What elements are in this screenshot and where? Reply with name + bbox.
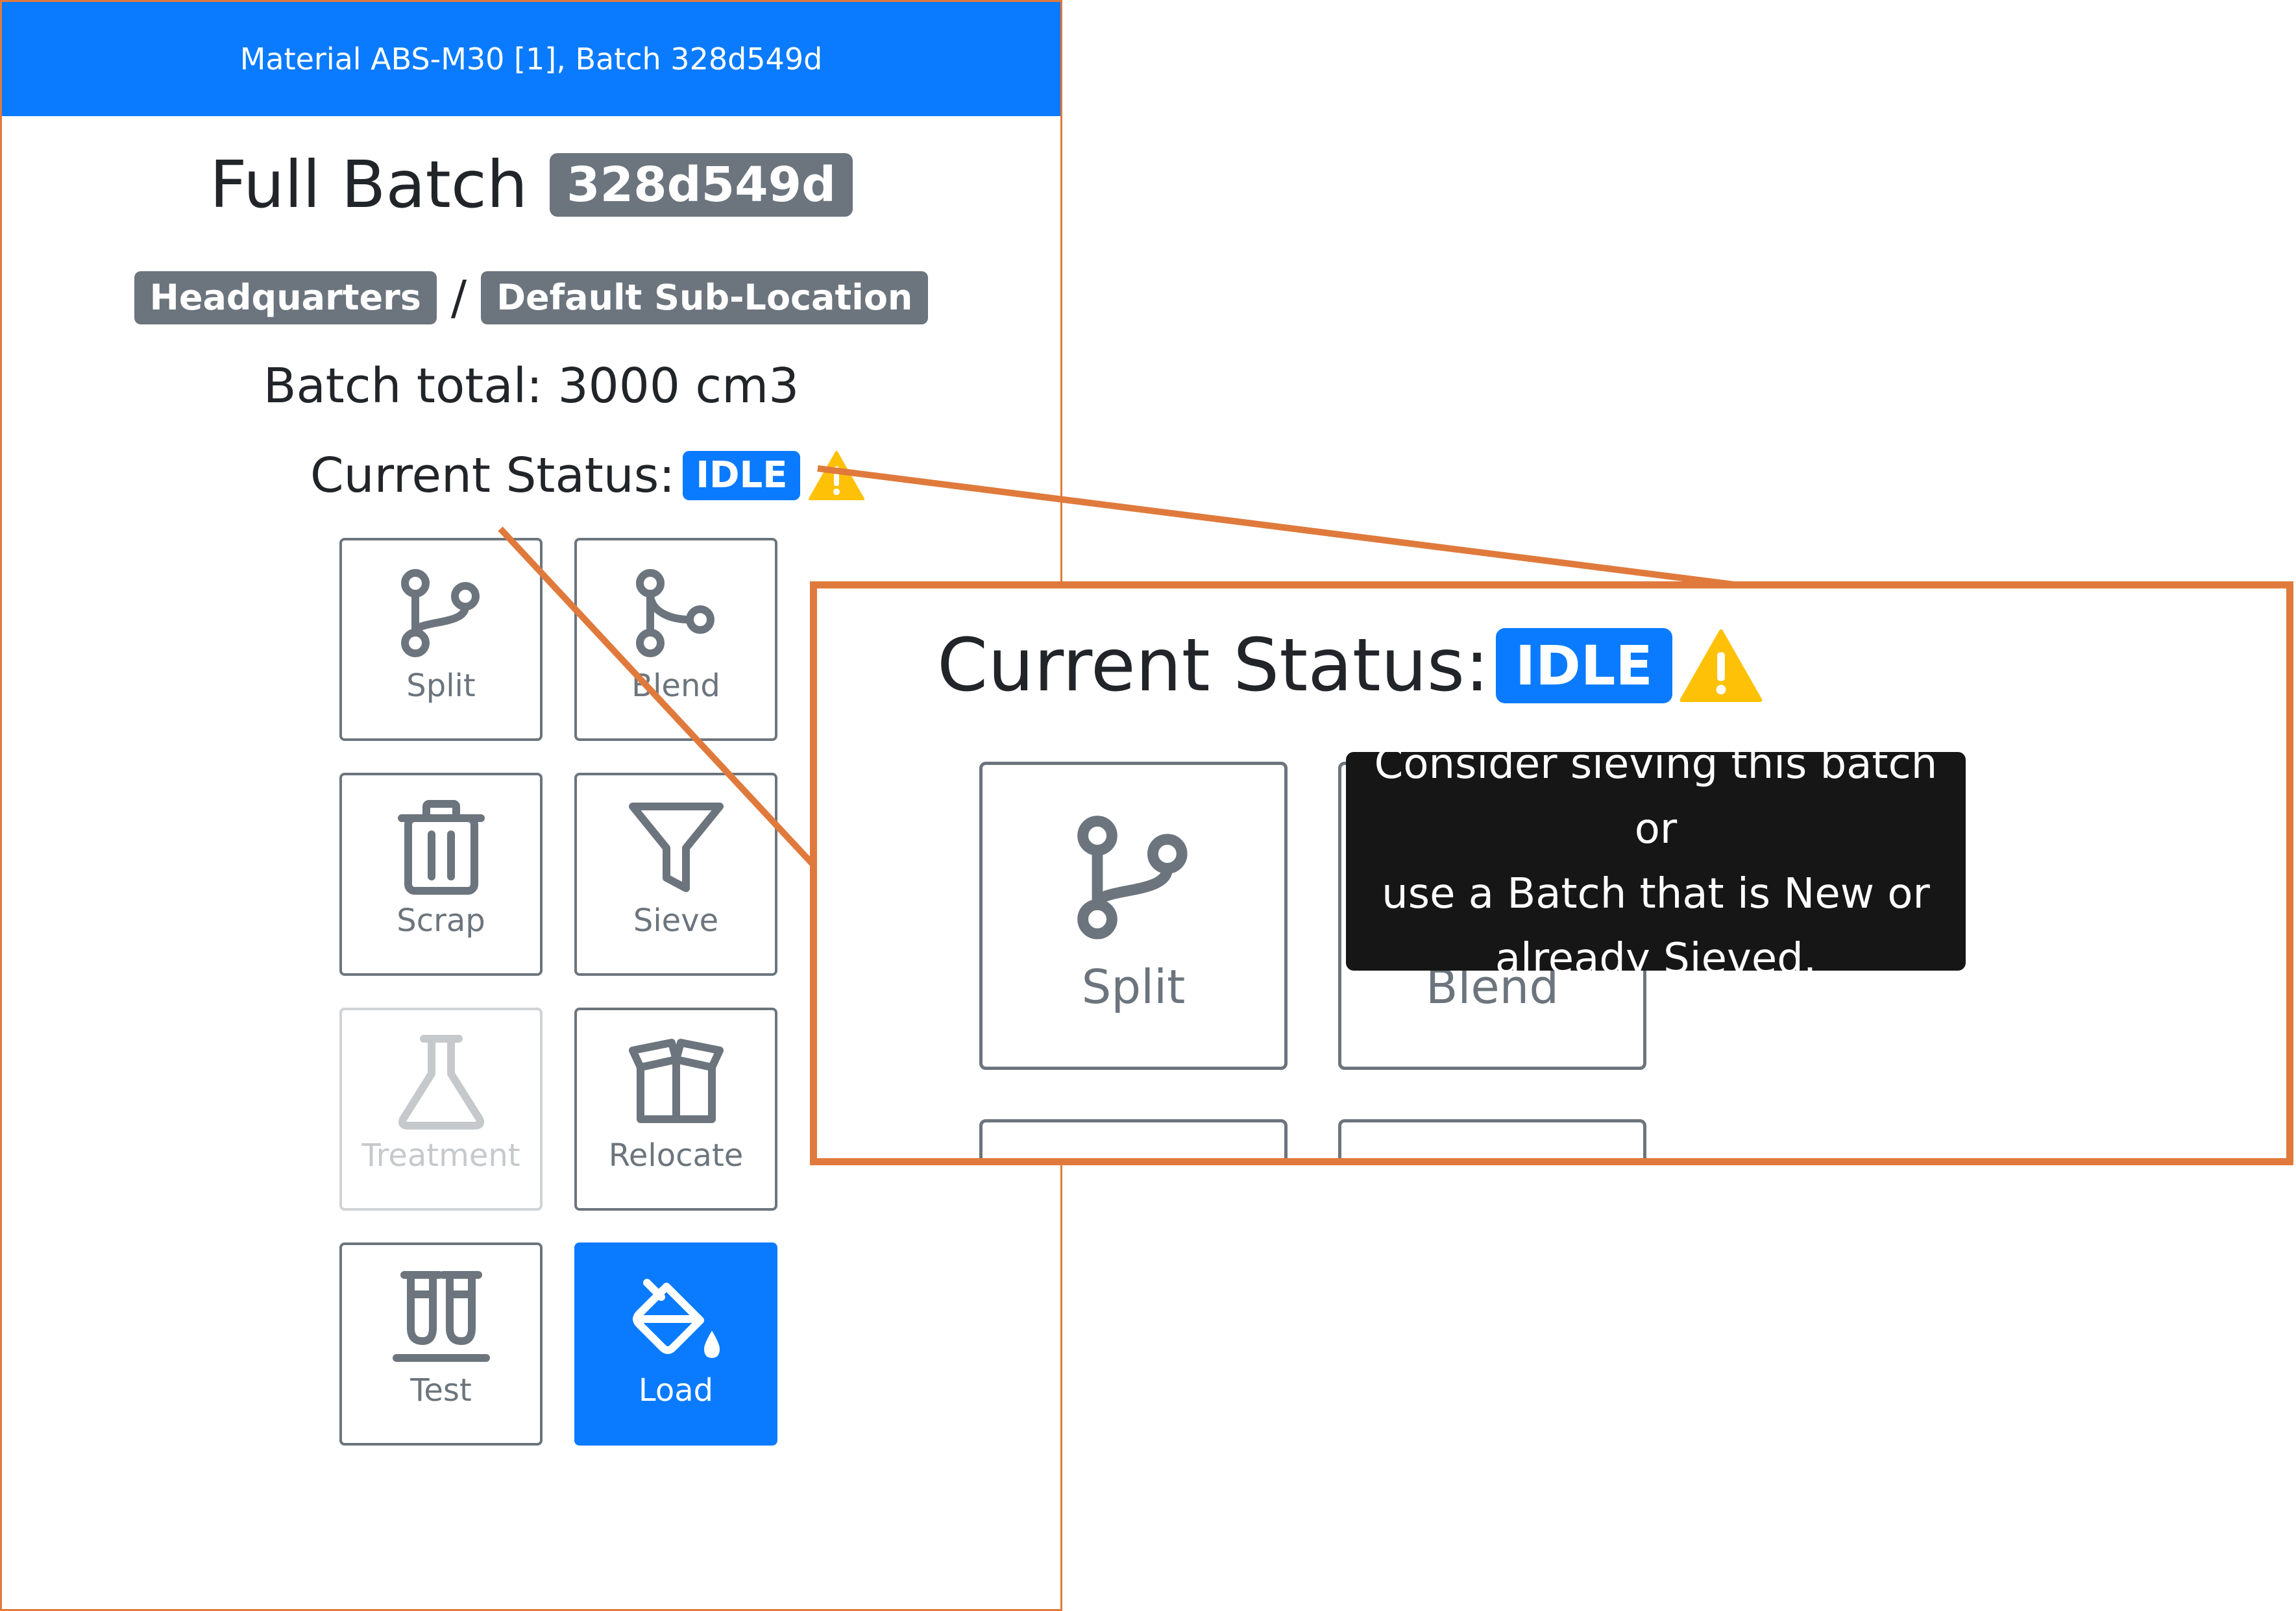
relocate-button[interactable]: Relocate: [574, 1008, 777, 1211]
batch-heading: Full Batch: [209, 147, 528, 223]
blend-button[interactable]: Blend: [574, 538, 777, 741]
zoom-status-row: Current Status: IDLE: [937, 627, 1763, 704]
zoom-sieve-button[interactable]: [1338, 1119, 1646, 1158]
sieve-label: Sieve: [633, 902, 719, 939]
warning-triangle-icon[interactable]: [808, 450, 865, 502]
status-row: Current Status: IDLE: [310, 450, 865, 502]
sieve-button[interactable]: Sieve: [574, 773, 777, 976]
batch-total: Batch total: 3000 cm3: [263, 358, 800, 414]
header-title: Material ABS-M30 [1], Batch 328d549d: [239, 42, 823, 77]
tooltip-line-1: Consider sieving this batch or: [1374, 740, 1938, 853]
git-branch-icon: [400, 569, 480, 657]
split-button[interactable]: Split: [339, 538, 543, 741]
zoom-status-badge: IDLE: [1495, 628, 1672, 703]
zoom-git-branch-icon: [1077, 816, 1188, 939]
load-label: Load: [638, 1372, 714, 1409]
flask-icon: [398, 1035, 484, 1130]
tooltip-line-3: already Sieved.: [1495, 934, 1817, 983]
zoom-split-button[interactable]: Split: [979, 762, 1288, 1070]
load-button[interactable]: Load: [574, 1242, 777, 1446]
paint-bucket-icon: [632, 1279, 720, 1358]
test-label: Test: [410, 1372, 472, 1409]
test-button[interactable]: Test: [339, 1242, 543, 1446]
treatment-button[interactable]: Treatment: [339, 1008, 543, 1211]
blend-label: Blend: [631, 668, 720, 704]
panel-header: Material ABS-M30 [1], Batch 328d549d: [2, 2, 1060, 116]
location-separator: /: [450, 271, 467, 325]
test-tubes-icon: [392, 1271, 490, 1362]
funnel-icon: [628, 803, 724, 892]
status-label: Current Status:: [310, 448, 676, 503]
batch-id-badge: 328d549d: [550, 153, 853, 217]
location-breadcrumb: Headquarters / Default Sub-Location: [2, 271, 1060, 324]
box-icon: [628, 1039, 724, 1123]
trash-icon: [397, 800, 485, 895]
sub-location-badge: Default Sub-Location: [481, 271, 929, 324]
zoom-callout: Current Status: IDLE Split Blend Conside…: [810, 581, 2293, 1165]
batch-title: Full Batch 328d549d: [2, 152, 1060, 217]
warning-tooltip: Consider sieving this batch or use a Bat…: [1346, 740, 1966, 983]
scrap-label: Scrap: [397, 902, 485, 939]
zoom-warning-triangle-icon[interactable]: [1679, 627, 1763, 704]
tooltip-line-2: use a Batch that is New or: [1382, 869, 1930, 918]
git-merge-icon: [635, 569, 714, 657]
zoom-status-label: Current Status:: [937, 624, 1489, 708]
scrap-button[interactable]: Scrap: [339, 773, 543, 976]
zoom-scrap-button[interactable]: [979, 1119, 1288, 1158]
relocate-label: Relocate: [608, 1137, 744, 1174]
treatment-label: Treatment: [361, 1137, 520, 1174]
status-badge: IDLE: [683, 451, 801, 500]
split-label: Split: [406, 668, 476, 704]
zoom-split-label: Split: [1081, 960, 1186, 1014]
location-badge: Headquarters: [134, 271, 437, 324]
